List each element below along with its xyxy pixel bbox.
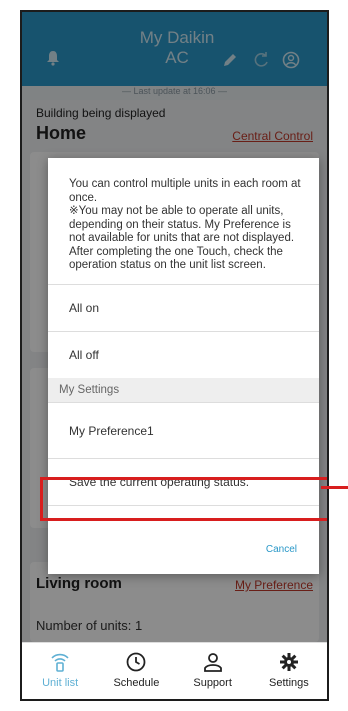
dialog-message: You can control multiple units in each r… — [69, 178, 301, 271]
callout-pointer — [321, 486, 348, 489]
nav-label-schedule: Schedule — [113, 677, 160, 689]
nav-schedule[interactable]: Schedule — [98, 643, 174, 699]
cancel-button[interactable]: Cancel — [266, 544, 297, 555]
nav-label-settings: Settings — [269, 677, 309, 689]
highlight-box — [40, 477, 327, 521]
unit-list-icon — [51, 653, 69, 672]
nav-unit-list[interactable]: Unit list — [22, 643, 98, 699]
my-settings-section: My Settings — [48, 378, 319, 402]
clock-icon — [126, 652, 146, 672]
all-off-option[interactable]: All off — [48, 331, 319, 378]
person-icon — [203, 653, 222, 672]
nav-settings[interactable]: Settings — [251, 643, 327, 699]
my-preference1-option[interactable]: My Preference1 — [48, 402, 319, 458]
gear-icon — [279, 653, 298, 671]
nav-label-unit-list: Unit list — [42, 677, 79, 689]
all-on-option[interactable]: All on — [48, 284, 319, 331]
nav-label-support: Support — [193, 677, 232, 689]
nav-support[interactable]: Support — [175, 643, 251, 699]
phone-frame: My Daikin AC — Last update at 16:06 — Bu… — [20, 10, 329, 701]
bottom-nav: Unit list Schedule Support Settings — [22, 642, 327, 699]
